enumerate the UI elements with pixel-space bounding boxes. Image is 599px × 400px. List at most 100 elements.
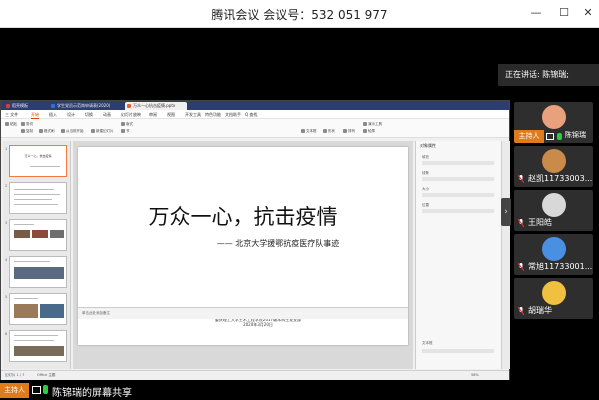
menu-transition[interactable]: 切换 (85, 111, 93, 118)
participant-tile[interactable]: 常旭11733001... (514, 234, 593, 275)
participant-tile[interactable]: 王阳皓 (514, 190, 593, 231)
thumbnail-photo (14, 346, 64, 356)
maximize-button[interactable]: ☐ (556, 5, 572, 21)
menu-review[interactable]: 审阅 (149, 111, 157, 118)
microphone-muted-icon (518, 263, 524, 271)
property-label: 线条 (422, 171, 429, 175)
slide-subtitle[interactable]: —— 北京大学援鄂抗疫医疗队事迹 (78, 238, 408, 249)
thumbnail-line (14, 298, 38, 299)
outline-icon (363, 129, 367, 133)
copy-button[interactable]: 复制 (21, 129, 33, 134)
thumbnail-number: 5 (5, 295, 8, 299)
property-field[interactable] (422, 161, 494, 165)
property-label: 位置 (422, 203, 429, 207)
wps-status-bar: 幻灯片 1 / 7 Office 主题 58% (1, 370, 509, 380)
play-from-current-button[interactable]: 从当前开始 (61, 129, 84, 134)
close-button[interactable]: ✕ (580, 5, 596, 21)
minimize-button[interactable]: — (528, 5, 544, 21)
shape-button[interactable]: 形状 (323, 129, 335, 134)
layout-icon (121, 122, 125, 126)
textbox-button[interactable]: 文本框 (301, 129, 317, 134)
slide-thumbnail[interactable]: 5 (5, 293, 67, 325)
menu-home[interactable]: 开始 (31, 111, 39, 119)
section-button[interactable]: 节 (121, 129, 130, 134)
ribbon-label: 文本框 (306, 129, 317, 133)
wps-menu-bar: 三 文件 开始 插入 设计 切换 动画 幻灯片放映 审阅 视图 开发工具 特色功… (1, 110, 509, 119)
participant-tile[interactable]: 主持人 陈锦瑞 (514, 102, 593, 143)
slide-thumbnail[interactable]: 4 (5, 256, 67, 288)
thumbnail-number: 6 (5, 332, 8, 336)
menu-features[interactable]: 特色功能 (205, 111, 221, 118)
thumbnail-photo (14, 230, 30, 238)
thumbnail-line (14, 199, 52, 200)
ribbon-label: 版式 (126, 122, 133, 126)
participant-tile[interactable]: 赵凯11733003... (514, 146, 593, 187)
docer-icon (6, 104, 10, 108)
menu-view[interactable]: 视图 (167, 111, 175, 118)
cut-icon (21, 122, 25, 126)
property-field[interactable] (422, 193, 494, 197)
slide-thumbnail-panel: 1 万众一心，抗击疫情 2 3 4 5 6 (3, 141, 71, 369)
slide-thumbnail[interactable]: 2 (5, 182, 67, 214)
presentation-tools-button[interactable]: 演示工具 (363, 122, 382, 127)
paste-button[interactable]: 粘贴 (5, 122, 17, 127)
slide-thumbnail[interactable]: 3 (5, 219, 67, 251)
menu-file[interactable]: 三 文件 (5, 111, 18, 118)
ribbon-label: 轮廓 (368, 129, 375, 133)
tab-label: 稻壳模板 (12, 103, 28, 108)
outline-button[interactable]: 轮廓 (363, 129, 375, 134)
copy-icon (21, 129, 25, 133)
object-properties-panel: 对象属性 填充 线条 大小 位置 文本框 (415, 141, 501, 369)
tab-document[interactable]: 学生党员示范岗申请表(2020) (49, 102, 121, 110)
notes-placeholder: 单击此处添加备注 (82, 311, 110, 315)
avatar (542, 281, 566, 305)
ribbon-label: 格式刷 (44, 129, 55, 133)
menu-slideshow[interactable]: 幻灯片放映 (121, 111, 141, 118)
new-slide-button[interactable]: 新建幻灯片 (91, 129, 114, 134)
host-badge: 主持人 (0, 383, 29, 398)
ribbon-label: 排列 (348, 129, 355, 133)
menu-assistant[interactable]: 文档助手 (225, 111, 241, 118)
menu-insert[interactable]: 插入 (49, 111, 57, 118)
property-field[interactable] (422, 349, 494, 353)
thumbnail-number: 1 (5, 147, 8, 151)
menu-animation[interactable]: 动画 (103, 111, 111, 118)
expand-panel-button[interactable]: › (501, 198, 511, 226)
tab-docer[interactable]: 稻壳模板 (4, 102, 44, 110)
property-field[interactable] (422, 177, 494, 181)
property-field[interactable] (422, 209, 494, 213)
ribbon-label: 剪切 (26, 122, 33, 126)
microphone-muted-icon (518, 307, 524, 315)
slide-thumbnail[interactable]: 6 (5, 330, 67, 362)
menu-developer[interactable]: 开发工具 (185, 111, 201, 118)
thumbnail-line (30, 166, 60, 167)
slide-title[interactable]: 万众一心，抗击疫情 (78, 201, 408, 231)
cut-button[interactable]: 剪切 (21, 122, 33, 127)
tab-presentation[interactable]: 万众一心抗击疫情.pptx (125, 102, 187, 110)
zoom-level[interactable]: 58% (471, 373, 479, 377)
slide-editing-area: 万众一心，抗击疫情 —— 北京大学援鄂抗疫医疗队事迹 重庆理工大学土木工程学院2… (73, 141, 413, 369)
arrange-button[interactable]: 排列 (343, 129, 355, 134)
thumbnail-number: 4 (5, 258, 8, 262)
slide-thumbnail[interactable]: 1 万众一心，抗击疫情 (5, 145, 67, 177)
participant-tile[interactable]: 胡瑞华 (514, 278, 593, 319)
thumbnail-line (14, 261, 50, 262)
screen-share-icon (546, 133, 554, 140)
notes-pane[interactable]: 单击此处添加备注 (78, 307, 408, 319)
window-titlebar: 腾讯会议 会议号：532 051 977 — ☐ ✕ (0, 0, 599, 28)
avatar (542, 149, 566, 173)
host-badge: 主持人 (514, 130, 544, 143)
slide-counter: 幻灯片 1 / 7 (5, 373, 25, 377)
menu-design[interactable]: 设计 (67, 111, 75, 118)
right-task-sidebar[interactable] (501, 141, 510, 369)
ribbon-label: 形状 (328, 129, 335, 133)
new-slide-icon (91, 129, 95, 133)
menu-search[interactable]: Q 查找 (245, 111, 257, 118)
microphone-muted-icon (518, 219, 524, 227)
thumbnail-line (14, 224, 34, 225)
layout-button[interactable]: 版式 (121, 122, 133, 127)
ribbon-label: 复制 (26, 129, 33, 133)
screen-share-owner: 陈锦瑞的屏幕共享 (52, 388, 132, 399)
thumbnail-photo (32, 230, 48, 238)
format-painter-button[interactable]: 格式刷 (39, 129, 55, 134)
